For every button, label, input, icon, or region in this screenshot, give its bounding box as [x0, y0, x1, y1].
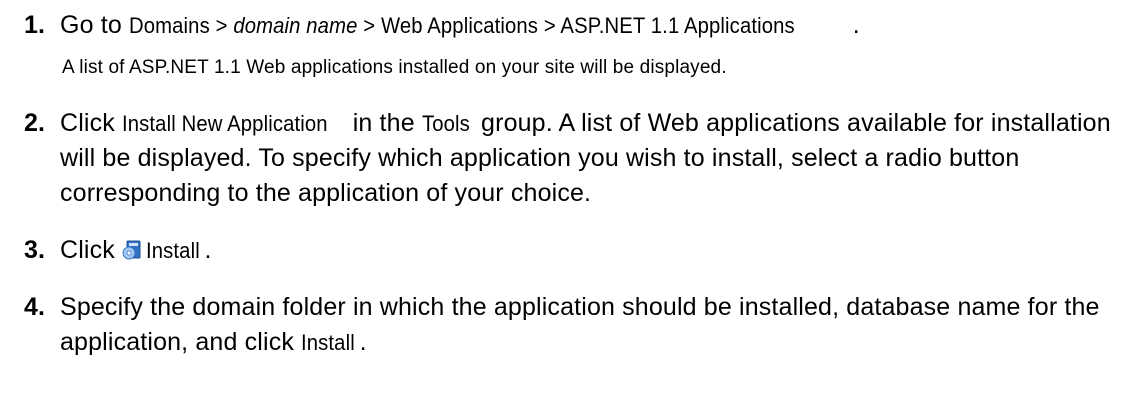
install-label: Install [146, 238, 200, 263]
instruction-steps: 1. Go to Domains > domain name > Web App… [16, 8, 1116, 360]
step-1: 1. Go to Domains > domain name > Web App… [16, 8, 1116, 84]
step-text: Click Install. [60, 236, 212, 264]
path-web-applications: Web Applications [380, 13, 539, 38]
install-new-application-label: Install New Application [122, 111, 328, 136]
step-text: Click Install New Application in the Too… [60, 109, 1111, 207]
step-number: 1. [24, 11, 46, 39]
step-3: 3. Click Install. [16, 233, 1116, 268]
step-prefix: Go to [60, 11, 129, 39]
tools-group-label: Tools [421, 111, 470, 136]
path-domain-name: domain name [233, 13, 358, 38]
step-number: 4. [24, 293, 46, 321]
step-4: 4. Specify the domain folder in which th… [16, 290, 1116, 360]
step-suffix: . [204, 236, 212, 264]
step-prefix: Click [60, 236, 123, 264]
step-text: Specify the domain folder in which the a… [60, 293, 1100, 356]
path-domains: Domains [129, 13, 210, 38]
path-separator: > [538, 13, 561, 38]
step-text: Go to Domains > domain name > Web Applic… [60, 11, 860, 39]
step-text-mid: in the [345, 109, 422, 137]
path-aspnet-applications: ASP.NET 1.1 Applications [560, 13, 795, 38]
step-suffix: . [359, 328, 367, 356]
path-separator: > [209, 13, 234, 38]
install-label: Install [301, 330, 355, 355]
step-suffix: . [852, 11, 860, 39]
step-note: A list of ASP.NET 1.1 Web applications i… [62, 57, 727, 78]
step-number: 2. [24, 109, 46, 137]
path-separator: > [357, 13, 381, 38]
install-icon [122, 240, 141, 260]
step-2: 2. Click Install New Application in the … [16, 106, 1116, 211]
menu-path: Domains > domain name > Web Applications… [129, 8, 795, 43]
step-prefix: Click [60, 109, 123, 137]
step-prefix: Specify the domain folder in which the a… [60, 293, 1100, 356]
step-number: 3. [24, 236, 46, 264]
